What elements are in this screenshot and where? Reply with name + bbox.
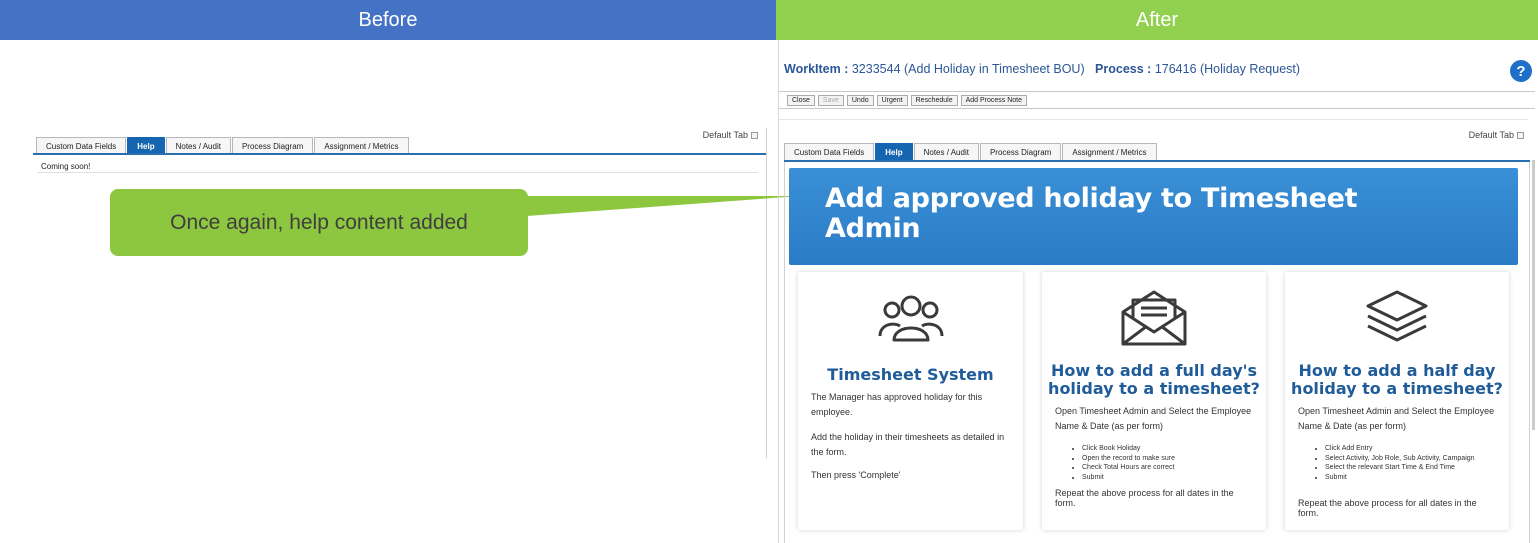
tab-underline [33,153,766,155]
tab-assignment-metrics[interactable]: Assignment / Metrics [314,137,409,154]
layers-icon [1285,288,1509,348]
after-header: After [776,0,1538,40]
save-button[interactable]: Save [817,94,844,106]
workitem-label: WorkItem : [784,62,849,76]
tab-process-diagram[interactable]: Process Diagram [231,137,314,154]
card-intro: Open Timesheet Admin and Select the Empl… [1298,406,1495,431]
workitem-header: WorkItem : 3233544 (Add Holiday in Times… [784,62,1300,76]
steps-list: Click Add Entry Select Activity, Job Rol… [1325,444,1501,482]
scrollbar[interactable] [1532,160,1535,430]
workitem-value: 3233544 (Add Holiday in Timesheet BOU) [851,62,1085,76]
divider [37,172,758,173]
close-button[interactable]: Close [787,94,815,106]
tab-custom-data-fields[interactable]: Custom Data Fields [784,143,875,160]
help-banner: Add approved holiday to Timesheet Admin [789,168,1518,265]
card-paragraph: Add the holiday in their timesheets as d… [811,432,1005,457]
list-item: Select the relevant Start Time & End Tim… [1325,463,1501,473]
list-item: Check Total Hours are correct [1082,463,1258,473]
process-value: 176416 (Holiday Request) [1154,62,1301,76]
before-header: Before [0,0,776,40]
card-footer: Repeat the above process for all dates i… [1298,498,1477,518]
list-item: Select Activity, Job Role, Sub Activity,… [1325,454,1501,464]
card-paragraph: The Manager has approved holiday for thi… [811,392,983,417]
default-tab-toggle[interactable]: Default Tab [703,130,758,140]
before-panel: Default Tab Custom Data Fields Help Note… [33,128,767,458]
comparison-slide: Before After Default Tab Custom Data Fie… [0,0,1538,543]
before-tab-bar: Custom Data Fields Help Notes / Audit Pr… [36,137,410,154]
envelope-icon [1042,288,1266,348]
default-tab-label: Default Tab [1468,130,1514,140]
toolbar-divider [779,119,1528,120]
toolbar: Close Save Undo Urgent Reschedule Add Pr… [779,91,1535,109]
tab-custom-data-fields[interactable]: Custom Data Fields [36,137,127,154]
card-half-day-holiday: How to add a half day holiday to a times… [1285,272,1509,530]
card-full-day-holiday: How to add a full day's holiday to a tim… [1042,272,1266,530]
reschedule-button[interactable]: Reschedule [910,94,958,106]
callout-box: Once again, help content added [110,189,528,256]
after-tab-bar: Custom Data Fields Help Notes / Audit Pr… [784,143,1158,160]
list-item: Click Add Entry [1325,444,1501,454]
tab-assignment-metrics[interactable]: Assignment / Metrics [1062,143,1157,160]
users-icon [798,288,1023,348]
card-title: How to add a full day's holiday to a tim… [1048,361,1260,398]
card-timesheet-system: Timesheet System The Manager has approve… [798,272,1023,530]
after-panel: WorkItem : 3233544 (Add Holiday in Times… [778,40,1538,543]
tab-help[interactable]: Help [127,137,165,154]
card-intro: Open Timesheet Admin and Select the Empl… [1055,406,1252,431]
list-item: Open the record to make sure [1082,454,1258,464]
help-placeholder-text: Coming soon! [41,162,91,171]
tab-notes-audit[interactable]: Notes / Audit [913,143,979,160]
card-footer: Repeat the above process for all dates i… [1055,488,1234,508]
card-title: How to add a half day holiday to a times… [1291,361,1503,398]
list-item: Click Book Holiday [1082,444,1258,454]
default-tab-checkbox[interactable] [751,131,758,139]
card-paragraph: Then press 'Complete' [811,470,901,480]
list-item: Submit [1082,473,1258,483]
steps-list: Click Book Holiday Open the record to ma… [1082,444,1258,482]
card-title: Timesheet System [827,365,994,384]
undo-button[interactable]: Undo [846,94,874,106]
tab-process-diagram[interactable]: Process Diagram [979,143,1062,160]
default-tab-toggle[interactable]: Default Tab [1469,130,1524,140]
process-label: Process : [1095,62,1152,76]
add-process-note-button[interactable]: Add Process Note [960,94,1028,106]
urgent-button[interactable]: Urgent [876,94,908,106]
tab-notes-audit[interactable]: Notes / Audit [165,137,231,154]
banner-title: Add approved holiday to Timesheet Admin [825,183,1358,244]
default-tab-label: Default Tab [702,130,748,140]
default-tab-checkbox[interactable] [1517,131,1524,139]
help-icon[interactable]: ? [1510,60,1532,82]
tab-help[interactable]: Help [875,143,913,160]
list-item: Submit [1325,473,1501,483]
